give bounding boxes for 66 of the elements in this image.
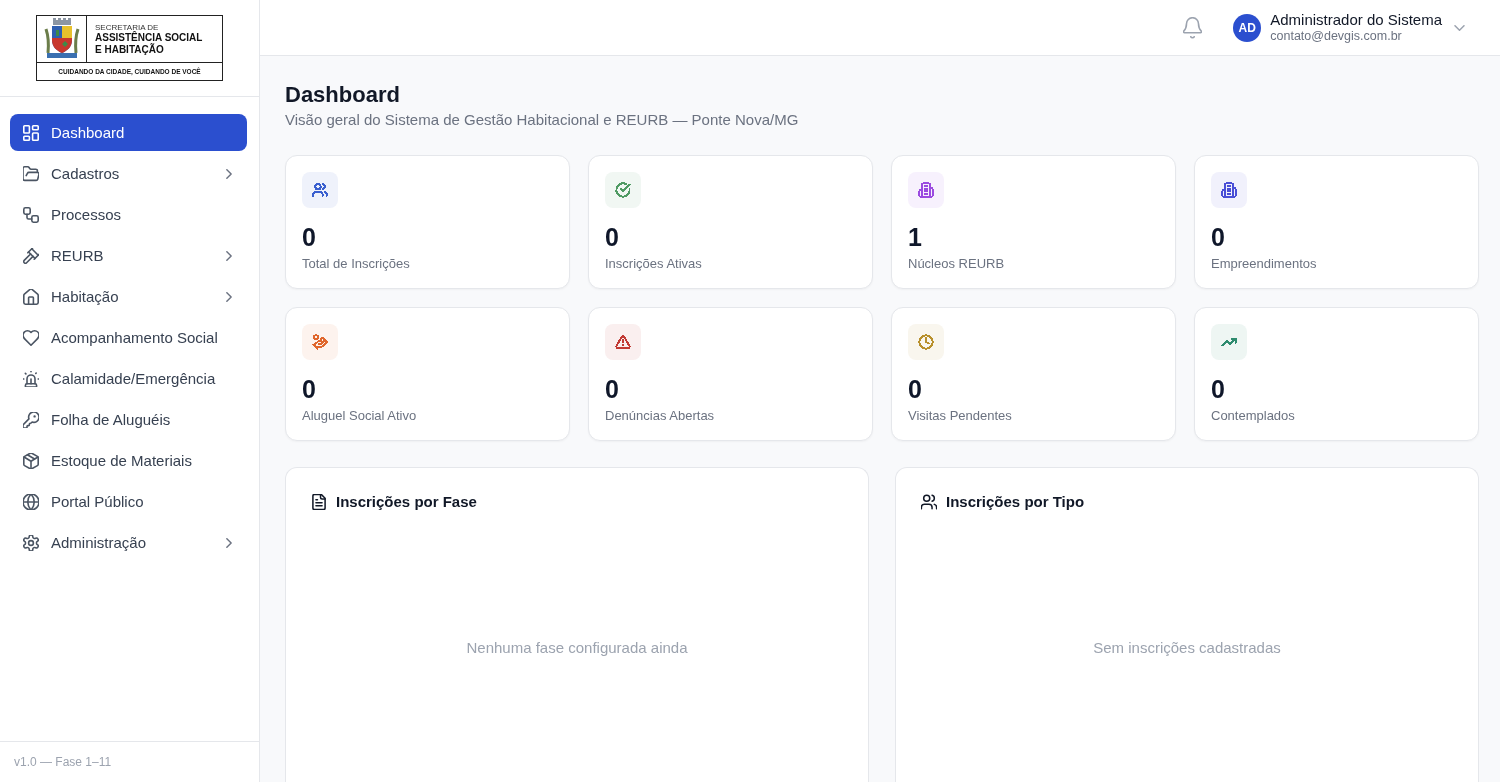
clock-icon bbox=[908, 324, 944, 360]
chevron-right-icon[interactable] bbox=[226, 291, 232, 302]
stat-value: 0 bbox=[605, 222, 619, 252]
chevron-right-icon[interactable] bbox=[226, 250, 232, 261]
user-email: contato@devgis.com.br bbox=[1270, 29, 1402, 44]
grid-icon bbox=[23, 124, 39, 141]
stat-value: 0 bbox=[1211, 222, 1225, 252]
nav-item[interactable]: Calamidade/Emergência bbox=[10, 360, 247, 397]
version-label: v1.0 — Fase 1–11 bbox=[14, 755, 112, 769]
nav-item[interactable]: Processos bbox=[10, 196, 247, 233]
logo-title: ASSISTÊNCIA SOCIAL bbox=[95, 31, 203, 43]
stat-label: Aluguel Social Ativo bbox=[302, 407, 417, 425]
empty-state-message: Nenhuma fase configurada ainda bbox=[466, 639, 688, 656]
stat-label: Denúncias Abertas bbox=[605, 407, 715, 425]
stat-value: 0 bbox=[302, 374, 316, 404]
trending-up-icon bbox=[1211, 324, 1247, 360]
siren-icon bbox=[23, 370, 39, 387]
key-icon bbox=[23, 411, 39, 428]
bell-icon[interactable] bbox=[1183, 16, 1203, 39]
user-name: Administrador do Sistema bbox=[1270, 11, 1442, 29]
stat-value: 0 bbox=[908, 374, 922, 404]
globe-icon bbox=[23, 493, 39, 510]
stat-value: 1 bbox=[908, 222, 922, 252]
stat-label: Núcleos REURB bbox=[908, 255, 1005, 273]
stat-label: Visitas Pendentes bbox=[908, 407, 1012, 425]
avatar[interactable]: AD bbox=[1233, 13, 1262, 42]
building-icon bbox=[908, 172, 944, 208]
stat-label: Inscrições Ativas bbox=[605, 255, 702, 273]
chevron-down-icon[interactable] bbox=[1454, 24, 1465, 31]
folder-icon bbox=[23, 165, 39, 182]
chevron-right-icon[interactable] bbox=[226, 537, 232, 548]
hand-coins-icon bbox=[302, 324, 338, 360]
document-icon bbox=[311, 494, 327, 510]
gavel-icon bbox=[23, 247, 39, 264]
stat-value: 0 bbox=[302, 222, 316, 252]
workflow-icon bbox=[23, 206, 39, 223]
nav-item[interactable]: Administração bbox=[10, 524, 247, 561]
users-icon bbox=[921, 494, 937, 510]
empty-state-message: Sem inscrições cadastradas bbox=[1093, 639, 1281, 656]
home-icon bbox=[23, 288, 39, 305]
heart-icon bbox=[23, 329, 39, 346]
chevron-right-icon[interactable] bbox=[226, 168, 232, 179]
nav-item[interactable]: REURB bbox=[10, 237, 247, 274]
page-subtitle: Visão geral do Sistema de Gestão Habitacional e REURB — Ponte Nova/MG bbox=[285, 110, 799, 130]
building-icon bbox=[1211, 172, 1247, 208]
stat-value: 0 bbox=[605, 374, 619, 404]
panel-title: Inscrições por Tipo bbox=[946, 492, 1085, 512]
nav-item[interactable]: Folha de Aluguéis bbox=[10, 401, 247, 438]
page-title: Dashboard bbox=[285, 81, 400, 109]
stat-label: Contemplados bbox=[1211, 407, 1295, 425]
nav-item[interactable]: Acompanhamento Social bbox=[10, 319, 247, 356]
logo-title: E HABITAÇÃO bbox=[95, 43, 164, 56]
settings-icon bbox=[23, 534, 39, 551]
users-icon bbox=[302, 172, 338, 208]
nav-item[interactable]: Cadastros bbox=[10, 155, 247, 192]
logo-caption: SECRETARIA DE bbox=[95, 22, 159, 32]
panel-title: Inscrições por Fase bbox=[336, 492, 477, 512]
nav-item[interactable]: Dashboard bbox=[10, 114, 247, 151]
nav-item[interactable]: Estoque de Materiais bbox=[10, 442, 247, 479]
stat-label: Total de Inscrições bbox=[302, 255, 410, 273]
nav-item[interactable]: Portal Público bbox=[10, 483, 247, 520]
stat-value: 0 bbox=[1211, 374, 1225, 404]
package-icon bbox=[23, 452, 39, 469]
nav-item[interactable]: Habitação bbox=[10, 278, 247, 315]
stat-label: Empreendimentos bbox=[1211, 255, 1317, 273]
warning-icon bbox=[605, 324, 641, 360]
